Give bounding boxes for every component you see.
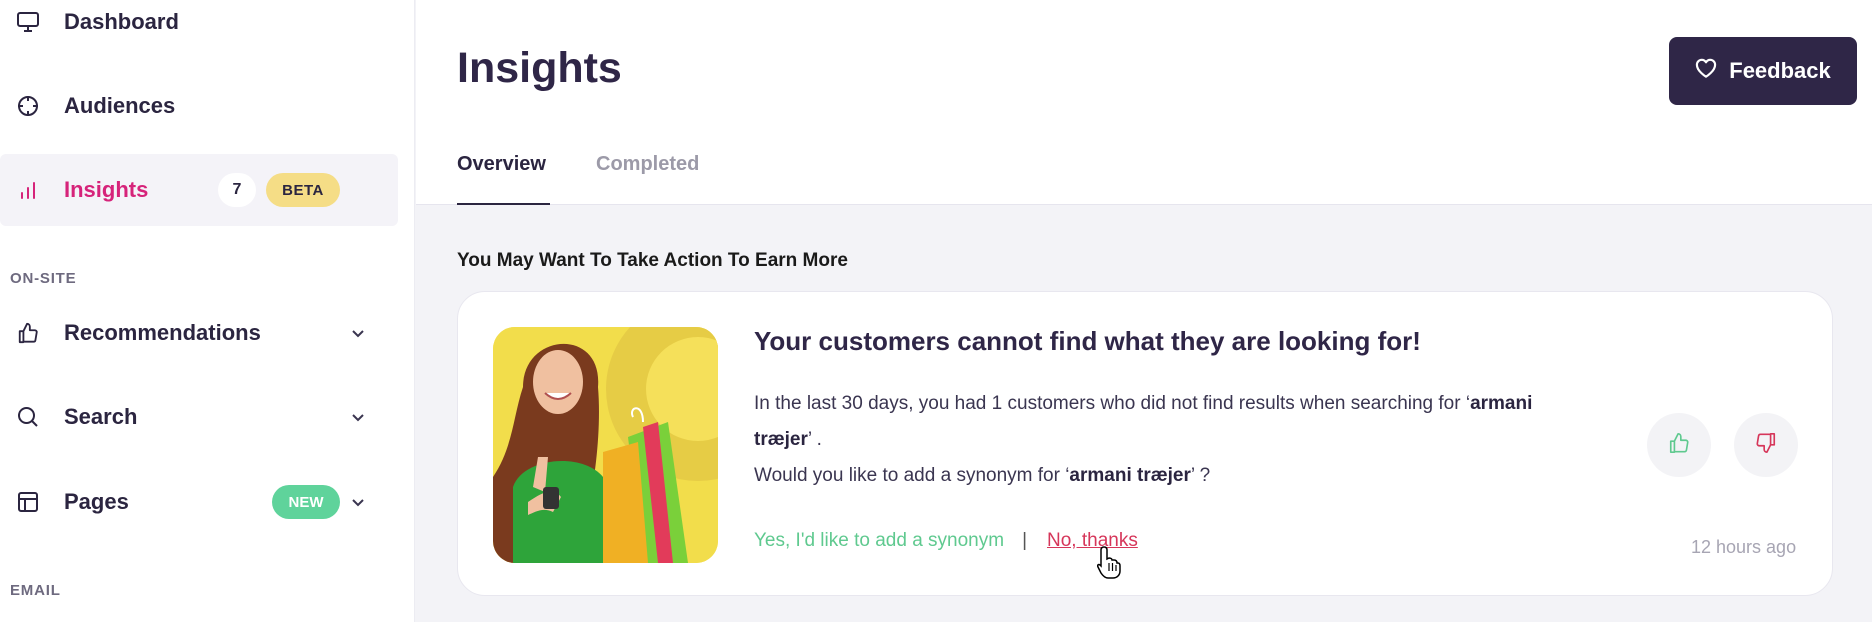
feedback-label: Feedback [1729, 58, 1831, 83]
search-icon [16, 405, 40, 429]
bar-chart-icon [16, 178, 40, 202]
sidebar-item-dashboard[interactable]: Dashboard [0, 0, 398, 58]
heart-icon [1695, 58, 1717, 84]
layout-icon [16, 490, 40, 514]
thumbs-down-icon [1755, 432, 1777, 459]
sidebar-item-search[interactable]: Search [0, 381, 398, 453]
count-badge: 7 [218, 173, 256, 207]
timestamp: 12 hours ago [1691, 537, 1797, 557]
body-text-end: ’ . [807, 429, 822, 450]
card-title: Your customers cannot find what they are… [754, 326, 1421, 356]
tab-overview[interactable]: Overview [457, 153, 546, 176]
sidebar-item-insights[interactable]: Insights 7 BETA [0, 154, 398, 226]
sidebar-item-label: Recommendations [64, 320, 261, 345]
chevron-down-icon[interactable] [348, 492, 368, 512]
sidebar-item-audiences[interactable]: Audiences [0, 70, 398, 142]
separator: | [1022, 530, 1028, 551]
question-text: Would you like to add a synonym for ‘ [754, 465, 1070, 486]
sidebar-item-recommendations[interactable]: Recommendations [0, 297, 398, 369]
card-actions: Yes, I'd like to add a synonym | No, tha… [754, 530, 1138, 552]
thumbs-up-button[interactable] [1647, 413, 1711, 477]
body-text: In the last 30 days, you had 1 customers… [754, 393, 1471, 414]
section-label-email: EMAIL [10, 582, 61, 599]
shopping-woman-image [493, 327, 718, 563]
sidebar-item-pages[interactable]: Pages NEW [0, 466, 398, 538]
beta-badge: BETA [266, 173, 340, 207]
section-label-onsite: ON-SITE [10, 270, 77, 287]
sidebar-item-label: Search [64, 404, 138, 429]
sidebar-item-label: Dashboard [64, 9, 179, 34]
section-heading: You May Want To Take Action To Earn More [457, 250, 848, 271]
card-body: In the last 30 days, you had 1 customers… [754, 386, 1594, 494]
sidebar-item-label: Audiences [64, 93, 176, 118]
sidebar-item-label: Pages [64, 489, 129, 514]
add-synonym-link[interactable]: Yes, I'd like to add a synonym [754, 530, 1004, 552]
search-term: armani træjer [1069, 465, 1191, 486]
monitor-icon [16, 10, 40, 34]
sidebar-item-label: Insights [64, 177, 149, 202]
page-title: Insights [457, 44, 622, 92]
chevron-down-icon[interactable] [348, 323, 368, 343]
chevron-down-icon[interactable] [348, 407, 368, 427]
feedback-button[interactable]: Feedback [1669, 37, 1857, 105]
question-text-end: ’ ? [1190, 465, 1211, 486]
new-badge: NEW [272, 485, 340, 519]
thumbs-up-icon [1668, 432, 1690, 459]
sidebar: Dashboard Audiences Insights 7 BETA ON-S… [0, 0, 415, 622]
crosshair-icon [16, 94, 40, 118]
thumbs-down-button[interactable] [1734, 413, 1798, 477]
hand-cursor-icon [1096, 545, 1121, 579]
tab-completed[interactable]: Completed [596, 153, 699, 176]
no-thanks-link[interactable]: No, thanks [1047, 530, 1138, 552]
active-tab-indicator [457, 203, 550, 205]
thumbs-up-icon [16, 321, 40, 345]
